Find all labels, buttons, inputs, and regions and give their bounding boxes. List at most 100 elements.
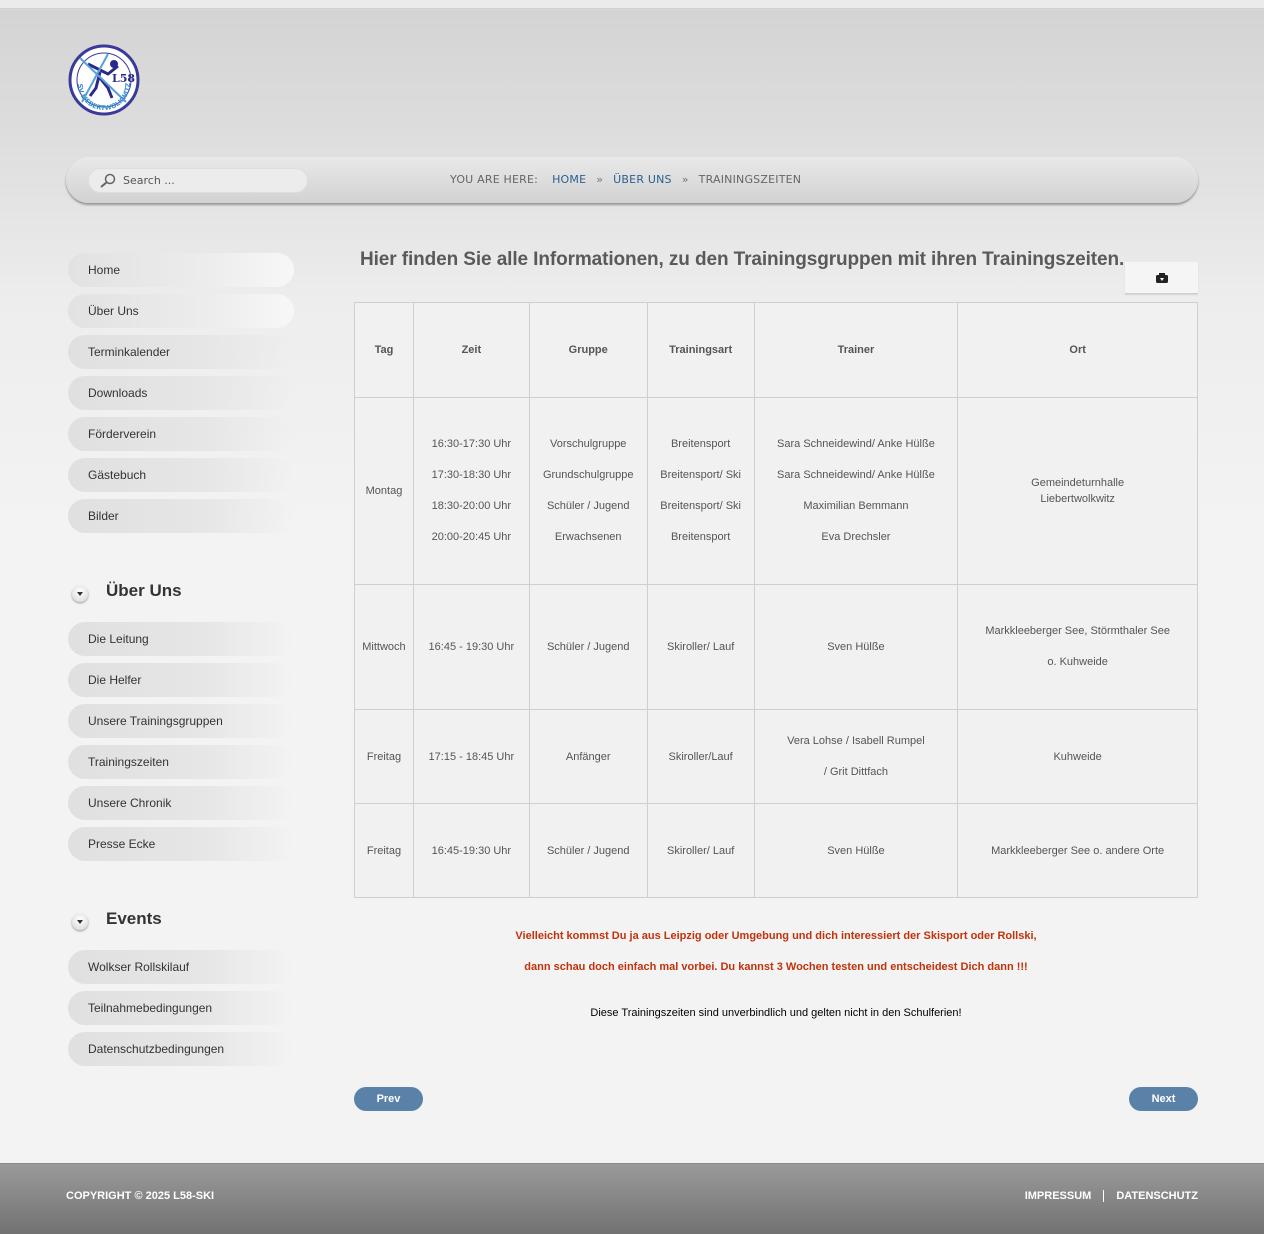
cell-tag: Montag xyxy=(354,397,414,585)
breadcrumb-ueber-uns[interactable]: ÜBER UNS xyxy=(613,173,672,186)
cell-trainer: Vera Lohse / Isabell Rumpel / Grit Dittf… xyxy=(753,709,959,804)
sidebar-section-ueber-uns[interactable]: Über Uns xyxy=(72,580,182,602)
cell-gruppe: Schüler / Jugend xyxy=(528,803,648,898)
search-placeholder: Search ... xyxy=(123,174,175,187)
table-row: Freitag 17:15 - 18:45 Uhr Anfänger Skiro… xyxy=(354,709,1198,804)
sidebar-item-chronik[interactable]: Unsere Chronik xyxy=(68,786,294,820)
cell-zeit: 16:45 - 19:30 Uhr xyxy=(412,584,530,710)
cell-line: Liebertwolkwitz xyxy=(1040,493,1115,505)
datenschutz-link[interactable]: DATENSCHUTZ xyxy=(1116,1190,1198,1202)
cell-gruppe: Schüler / Jugend xyxy=(528,584,648,710)
sidebar-item-downloads[interactable]: Downloads xyxy=(68,376,294,410)
top-strip xyxy=(0,0,1264,9)
copyright: COPYRIGHT © 2025 L58-SKI xyxy=(66,1190,215,1202)
cell-gruppe: Anfänger xyxy=(528,709,648,804)
impressum-link[interactable]: IMPRESSUM xyxy=(1025,1190,1092,1202)
cell-line: Breitensport xyxy=(670,438,731,450)
cell-line: Breitensport/ Ski xyxy=(660,500,741,512)
cell-line: Vorschulgruppe xyxy=(549,438,627,450)
print-icon xyxy=(1155,272,1168,283)
breadcrumb-current: TRAININGSZEITEN xyxy=(698,173,802,186)
sidebar-item-gaestebuch[interactable]: Gästebuch xyxy=(68,458,294,492)
cell-zeit: 16:45-19:30 Uhr xyxy=(412,803,530,898)
column-header: Tag xyxy=(354,302,414,398)
breadcrumb-separator: » xyxy=(681,173,689,186)
divider xyxy=(1103,1190,1105,1202)
table-header-row: Tag Zeit Gruppe Trainingsart Trainer Ort xyxy=(354,302,1198,398)
cell-ort: Gemeindeturnhalle Liebertwolkwitz xyxy=(957,397,1198,585)
sidebar-item-ueber-uns[interactable]: Über Uns xyxy=(68,294,294,328)
next-button[interactable]: Next xyxy=(1129,1087,1198,1111)
sidebar-item-rollskilauf[interactable]: Wolkser Rollskilauf xyxy=(68,950,294,984)
sidebar-item-teilnahmebedingungen[interactable]: Teilnahmebedingungen xyxy=(68,991,294,1025)
table-row: Montag 16:30-17:30 Uhr 17:30-18:30 Uhr 1… xyxy=(354,397,1198,585)
cell-tag: Freitag xyxy=(354,803,414,898)
column-header: Trainer xyxy=(753,302,959,398)
sidebar-item-trainingsgruppen[interactable]: Unsere Trainingsgruppen xyxy=(68,704,294,738)
sidebar-section-title: Events xyxy=(106,909,162,928)
cell-line: Schüler / Jugend xyxy=(546,500,630,512)
cell-trainingsart: Skiroller/Lauf xyxy=(646,709,755,804)
breadcrumb-label: YOU ARE HERE: xyxy=(450,173,539,186)
search-input[interactable]: Search ... xyxy=(88,168,308,193)
top-bar: Search ... YOU ARE HERE: HOME » ÜBER UNS… xyxy=(66,157,1198,203)
collapse-icon[interactable] xyxy=(72,914,88,930)
cell-ort: Markkleeberger See, Störmthaler See o. K… xyxy=(957,584,1198,710)
column-header: Gruppe xyxy=(528,302,648,398)
cell-line: Gemeindeturnhalle xyxy=(1031,477,1125,489)
cell-ort: Kuhweide xyxy=(957,709,1198,804)
cell-line: Erwachsenen xyxy=(554,531,622,543)
cell-zeit: 16:30-17:30 Uhr 17:30-18:30 Uhr 18:30-20… xyxy=(412,397,530,585)
cell-line: Sara Schneidewind/ Anke Hülße xyxy=(777,438,935,450)
club-logo[interactable]: L58 SV LIEBERTWOLKWITZ e.V. xyxy=(66,38,140,116)
sidebar-item-trainingszeiten[interactable]: Trainingszeiten xyxy=(68,745,294,779)
cell-trainer: Sven Hülße xyxy=(753,803,959,898)
cell-trainingsart: Skiroller/ Lauf xyxy=(646,584,755,710)
disclaimer-text: Diese Trainingszeiten sind unverbindlich… xyxy=(590,1007,962,1019)
cell-line: Grundschulgruppe xyxy=(542,469,634,481)
cell-tag: Freitag xyxy=(354,709,414,804)
search-icon xyxy=(100,173,116,188)
footer: COPYRIGHT © 2025 L58-SKI IMPRESSUM DATEN… xyxy=(0,1163,1264,1234)
sidebar-item-die-leitung[interactable]: Die Leitung xyxy=(68,622,294,656)
column-header: Zeit xyxy=(412,302,530,398)
prev-button[interactable]: Prev xyxy=(354,1087,423,1111)
print-button[interactable] xyxy=(1125,262,1198,294)
sidebar-item-terminkalender[interactable]: Terminkalender xyxy=(68,335,294,369)
sidebar-item-die-helfer[interactable]: Die Helfer xyxy=(68,663,294,697)
footer-links: IMPRESSUM DATENSCHUTZ xyxy=(1025,1190,1198,1202)
invitation-text: Vielleicht kommst Du ja aus Leipzig oder… xyxy=(515,930,1037,942)
cell-line: Breitensport xyxy=(670,531,731,543)
page-title: Hier finden Sie alle Informationen, zu d… xyxy=(360,249,1125,270)
cell-tag: Mittwoch xyxy=(354,584,414,710)
cell-ort: Markkleeberger See o. andere Orte xyxy=(957,803,1198,898)
cell-trainingsart: Skiroller/ Lauf xyxy=(646,803,755,898)
invitation-text: dann schau doch einfach mal vorbei. Du k… xyxy=(524,961,1028,973)
sidebar-section-events[interactable]: Events xyxy=(72,908,162,930)
cell-zeit: 17:15 - 18:45 Uhr xyxy=(412,709,530,804)
cell-line: / Grit Dittfach xyxy=(823,765,889,778)
table-row: Freitag 16:45-19:30 Uhr Schüler / Jugend… xyxy=(354,803,1198,898)
cell-line: Vera Lohse / Isabell Rumpel xyxy=(787,734,925,747)
table-row: Mittwoch 16:45 - 19:30 Uhr Schüler / Jug… xyxy=(354,584,1198,710)
sidebar-item-datenschutzbedingungen[interactable]: Datenschutzbedingungen xyxy=(68,1032,294,1066)
column-header: Trainingsart xyxy=(646,302,755,398)
sidebar-item-bilder[interactable]: Bilder xyxy=(68,499,294,533)
cell-line: 18:30-20:00 Uhr xyxy=(431,500,512,512)
cell-gruppe: Vorschulgruppe Grundschulgruppe Schüler … xyxy=(528,397,648,585)
cell-line: 20:00-20:45 Uhr xyxy=(431,531,512,543)
sidebar-item-foerderverein[interactable]: Förderverein xyxy=(68,417,294,451)
breadcrumb: YOU ARE HERE: HOME » ÜBER UNS » TRAINING… xyxy=(450,173,801,186)
cell-line: Maximilian Bemmann xyxy=(803,500,909,512)
sidebar-section-title: Über Uns xyxy=(106,581,182,600)
cell-line: Markkleeberger See, Störmthaler See xyxy=(985,625,1170,637)
cell-trainingsart: Breitensport Breitensport/ Ski Breitensp… xyxy=(646,397,755,585)
cell-trainer: Sven Hülße xyxy=(753,584,959,710)
breadcrumb-separator: » xyxy=(596,173,604,186)
cell-line: Breitensport/ Ski xyxy=(660,469,741,481)
sidebar-item-home[interactable]: Home xyxy=(68,253,294,287)
cell-line: Sara Schneidewind/ Anke Hülße xyxy=(777,469,935,481)
collapse-icon[interactable] xyxy=(72,586,88,602)
breadcrumb-home[interactable]: HOME xyxy=(552,173,586,186)
sidebar-item-presse-ecke[interactable]: Presse Ecke xyxy=(68,827,294,861)
